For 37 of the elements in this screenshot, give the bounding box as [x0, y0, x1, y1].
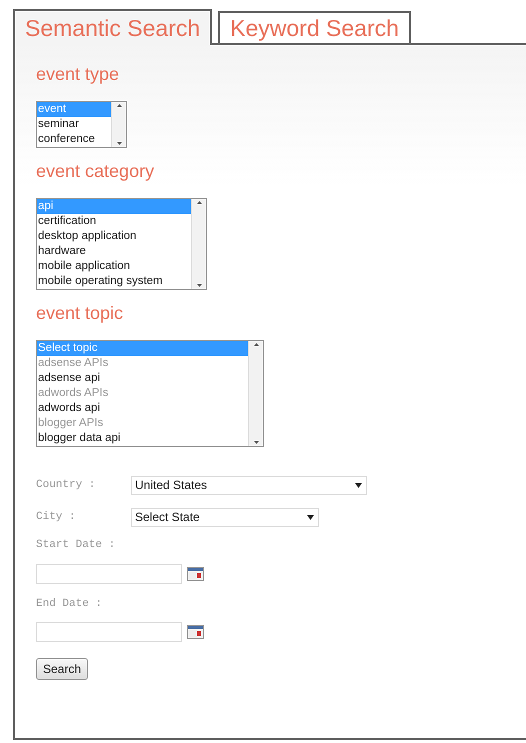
- field-label: Country :: [36, 478, 96, 493]
- scroll-down-icon[interactable]: [116, 140, 122, 147]
- country-dropdown[interactable]: United States: [131, 476, 367, 494]
- section-heading: event category: [36, 160, 156, 182]
- field-label: End Date :: [36, 596, 104, 612]
- list-option[interactable]: adsense api: [37, 371, 248, 386]
- section-heading: event topic: [36, 302, 124, 324]
- dropdown-arrow-icon: [355, 482, 362, 488]
- start-date-field[interactable]: [36, 564, 182, 584]
- search-button[interactable]: Search: [36, 658, 88, 680]
- dropdown-arrow-icon: [307, 514, 314, 520]
- list-option[interactable]: hardware: [37, 244, 191, 259]
- scrollbar[interactable]: [111, 102, 126, 147]
- scroll-up-icon[interactable]: [252, 341, 260, 348]
- calendar-icon: [187, 566, 204, 580]
- list-box[interactable]: event seminar conference: [36, 101, 127, 148]
- scroll-down-icon[interactable]: [196, 282, 202, 289]
- list-option[interactable]: desktop application: [37, 229, 191, 244]
- list-option[interactable]: certification: [37, 214, 191, 229]
- field-label: Start Date :: [36, 538, 116, 553]
- list-option[interactable]: seminar: [37, 117, 111, 132]
- section-heading: event type: [36, 63, 120, 85]
- field-label: City :: [36, 510, 77, 525]
- list-option[interactable]: mobile operating system: [37, 274, 191, 289]
- scrollbar[interactable]: [191, 199, 206, 289]
- scroll-up-icon[interactable]: [116, 102, 122, 109]
- scroll-up-icon[interactable]: [196, 199, 202, 206]
- list-option[interactable]: blogger data api: [37, 431, 248, 446]
- calendar-icon: [187, 625, 204, 639]
- list-option[interactable]: mobile application: [37, 259, 191, 274]
- list-option[interactable]: conference: [37, 132, 111, 147]
- list-option[interactable]: adwords api: [37, 401, 248, 416]
- scroll-down-icon[interactable]: [252, 439, 260, 446]
- scrollbar[interactable]: [248, 341, 263, 446]
- list-box[interactable]: api certification desktop application hardware mobile application mobile operating system: [36, 198, 207, 290]
- city-dropdown[interactable]: Select State: [131, 508, 319, 526]
- end-date-field[interactable]: [36, 622, 182, 642]
